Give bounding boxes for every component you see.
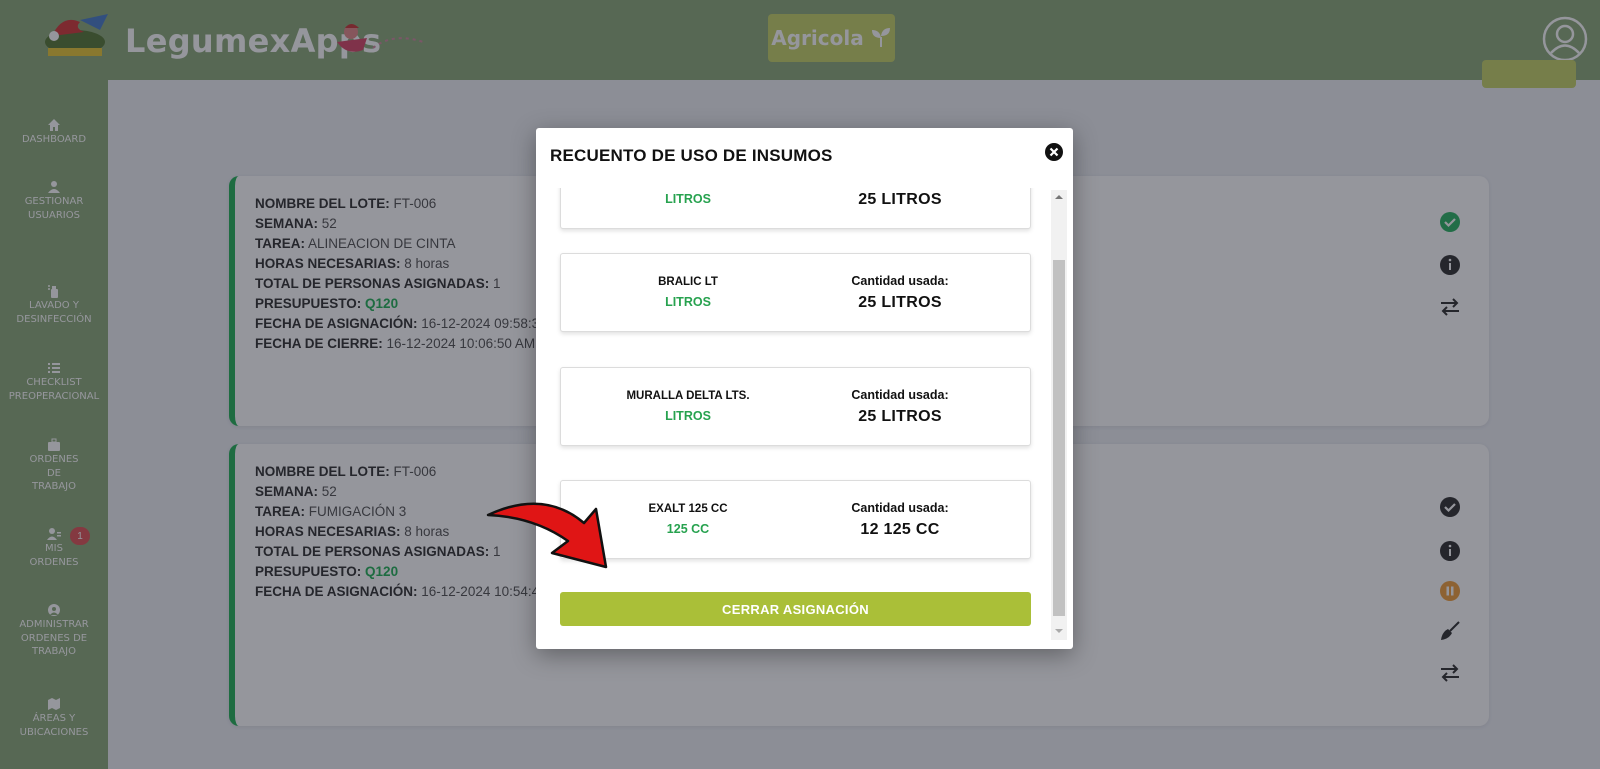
supply-item-card: EXALT 125 CC 125 CC Cantidad usada: 12 1… xyxy=(560,480,1031,559)
supply-name: BRALIC LT xyxy=(658,276,718,288)
supply-unit: LITROS xyxy=(665,409,711,423)
quantity-label: Cantidad usada: xyxy=(851,274,949,288)
red-arrow-pointer-icon xyxy=(486,502,608,569)
modal-title: RECUENTO DE USO DE INSUMOS xyxy=(550,146,833,165)
supply-item-card: BRALIC LT LITROS Cantidad usada: 25 LITR… xyxy=(560,253,1031,332)
quantity-value: 25 LITROS xyxy=(858,191,942,208)
quantity-label: Cantidad usada: xyxy=(851,501,949,515)
modal-scrollbar[interactable] xyxy=(1051,190,1067,640)
scroll-up-icon[interactable] xyxy=(1054,192,1064,202)
quantity-value: 25 LITROS xyxy=(858,408,942,425)
scroll-down-icon[interactable] xyxy=(1054,626,1064,636)
close-assignment-button[interactable]: CERRAR ASIGNACIÓN xyxy=(560,592,1031,626)
quantity-label: Cantidad usada: xyxy=(851,388,949,402)
supply-unit: LITROS xyxy=(665,295,711,309)
scroll-thumb[interactable] xyxy=(1053,260,1065,616)
supply-name: MURALLA DELTA LTS. xyxy=(626,390,750,402)
quantity-value: 12 125 CC xyxy=(860,521,940,538)
quantity-value: 25 LITROS xyxy=(858,294,942,311)
supply-item-card: LITROS 25 LITROS xyxy=(560,188,1031,229)
supply-unit: LITROS xyxy=(665,192,711,206)
supply-item-card: MURALLA DELTA LTS. LITROS Cantidad usada… xyxy=(560,367,1031,446)
close-icon[interactable] xyxy=(1044,142,1064,162)
